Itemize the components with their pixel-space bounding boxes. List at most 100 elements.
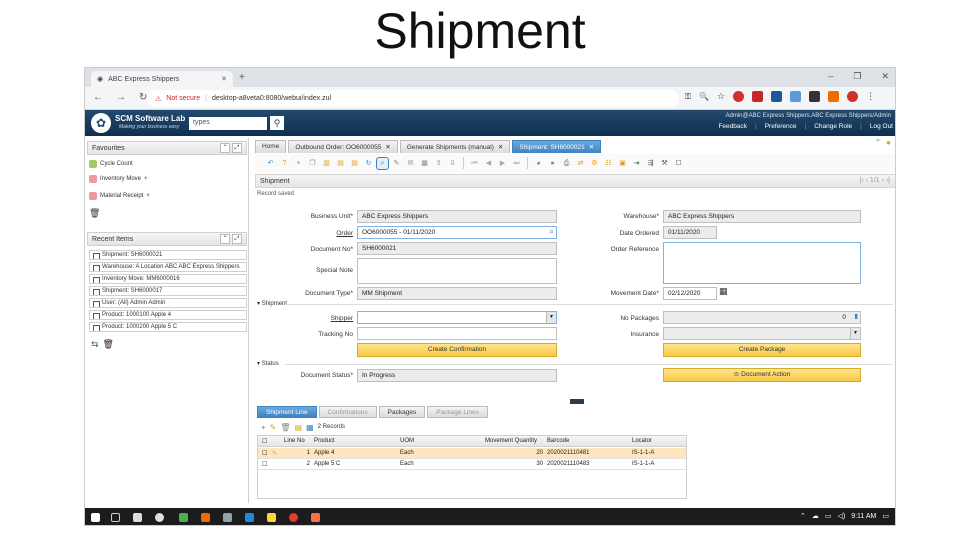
shipper-label[interactable]: Shipper [285, 315, 353, 322]
minimize-icon[interactable]: – [828, 71, 833, 82]
key-icon[interactable]: ⚿ [685, 92, 691, 102]
first-record-icon[interactable]: ⏮ [469, 158, 480, 169]
ext-cloud-icon[interactable] [790, 91, 802, 102]
favourite-item[interactable]: Material Receipt + [89, 192, 150, 200]
start-icon[interactable] [91, 513, 100, 522]
process-icon[interactable]: ⚒ [659, 158, 670, 169]
create-confirmation-button[interactable]: Create Confirmation [357, 343, 557, 357]
global-search-input[interactable]: types [189, 117, 267, 130]
omnibox[interactable]: ⚠ Not secure | desktop-a8veta0:8080/webu… [147, 90, 679, 107]
grid-toggle-icon[interactable]: ▦ [306, 423, 314, 432]
trash-icon[interactable]: 🗑 [103, 339, 114, 350]
add-icon[interactable]: + [144, 176, 148, 182]
back-icon[interactable]: ← [93, 92, 103, 103]
collapse-icon[interactable]: ⌃ [220, 234, 230, 244]
network-icon[interactable]: ▭ [825, 512, 832, 520]
next-record-icon[interactable]: ▶ [497, 158, 508, 169]
volume-icon[interactable]: ◁) [837, 512, 845, 520]
app-icon[interactable] [289, 513, 298, 522]
app-icon[interactable] [223, 513, 232, 522]
select-all-checkbox[interactable]: ☐ [262, 438, 267, 445]
movement-date-field[interactable]: 02/12/2020 [663, 287, 717, 300]
quick-form-icon[interactable]: ☐ [673, 158, 684, 169]
column-header[interactable]: Product [314, 438, 335, 444]
delete-icon[interactable]: ▥ [321, 158, 332, 169]
help-icon[interactable]: ● [886, 138, 891, 147]
favourite-item[interactable]: Inventory Move + [89, 175, 148, 183]
star-icon[interactable]: ☆ [717, 91, 725, 102]
special-note-field[interactable] [357, 258, 557, 284]
new-record-icon[interactable]: + [293, 158, 304, 169]
close-icon[interactable]: ✕ [221, 75, 227, 83]
attachment-icon[interactable]: ✎ [391, 158, 402, 169]
save-create-icon[interactable]: ▤ [349, 158, 360, 169]
app-icon[interactable] [133, 513, 142, 522]
save-icon[interactable]: ▤ [335, 158, 346, 169]
business-unit-field[interactable]: ABC Express Shippers [357, 210, 557, 223]
ext-scm-icon[interactable] [847, 91, 859, 102]
undo-icon[interactable]: ↶ [265, 158, 276, 169]
date-ordered-field[interactable]: 01/11/2020 [663, 226, 717, 239]
chrome-icon[interactable] [155, 513, 164, 522]
zoom-icon[interactable]: 🔍 [699, 92, 709, 101]
ext-opera-icon[interactable] [733, 91, 745, 102]
close-window-icon[interactable]: ✕ [881, 71, 889, 82]
column-header[interactable]: Line No [284, 438, 305, 444]
customize-icon[interactable]: ⇶ [645, 158, 656, 169]
table-row[interactable]: ☐ ✎ 1 Apple 4 Each 20 2020021110481 IS-1… [258, 448, 686, 459]
browser-tab[interactable]: ◉ ABC Express Shippers ✕ [91, 71, 233, 87]
calendar-icon[interactable]: ▦ [719, 286, 728, 297]
maximize-icon[interactable]: ❐ [853, 71, 861, 82]
product-info-icon[interactable]: ▣ [617, 158, 628, 169]
export-icon[interactable]: ⇥ [631, 158, 642, 169]
document-action-button[interactable]: ⊙ Document Action [663, 368, 861, 382]
report-icon[interactable]: ◕ [533, 158, 544, 169]
tab-packages[interactable]: Packages [378, 406, 426, 418]
expand-icon[interactable]: ⤢ [232, 143, 242, 153]
trash-icon[interactable]: 🗑 [89, 208, 100, 219]
app-icon[interactable] [245, 513, 254, 522]
splitter-handle[interactable] [570, 399, 584, 404]
row-checkbox[interactable]: ☐ [262, 461, 267, 468]
new-line-icon[interactable]: + [261, 423, 266, 432]
grid-toggle-icon[interactable]: ▦ [419, 158, 430, 169]
edit-icon[interactable]: ✎ [272, 450, 277, 457]
chevron-down-icon[interactable]: ▾ [546, 312, 556, 323]
recent-item[interactable]: Shipment: SH6000017 [89, 286, 247, 296]
refresh-icon[interactable]: ⇆ [91, 339, 99, 350]
recent-item[interactable]: User: (All) Admin Admin [89, 298, 247, 308]
archive-icon[interactable]: ● [547, 158, 558, 169]
detail-record-icon[interactable]: ⇩ [447, 158, 458, 169]
table-row[interactable]: ☐ 2 Apple 5 C Each 30 2020021110483 IS-1… [258, 459, 686, 470]
request-icon[interactable]: ☷ [603, 158, 614, 169]
order-reference-field[interactable] [663, 242, 861, 284]
shipper-select[interactable]: ▾ [357, 311, 557, 324]
shipment-group-header[interactable]: ▾ Shipment [257, 300, 287, 307]
tab-confirmations[interactable]: Confirmations [318, 406, 377, 418]
zoom-across-icon[interactable]: ⇄ [575, 158, 586, 169]
column-header[interactable]: Barcode [547, 438, 569, 444]
app-icon[interactable] [201, 513, 210, 522]
column-header[interactable]: UOM [400, 438, 414, 444]
preference-link[interactable]: Preference [765, 123, 797, 130]
app-icon[interactable] [311, 513, 320, 522]
recent-item[interactable]: Product: 1000100 Apple 4 [89, 310, 247, 320]
logout-link[interactable]: Log Out [870, 123, 893, 130]
close-icon[interactable]: ✕ [385, 144, 390, 151]
stepper-icon[interactable]: ▮ [854, 312, 858, 320]
chevron-up-icon[interactable]: ⌃ [800, 512, 806, 520]
collapse-all-icon[interactable]: ⌃ [874, 138, 881, 147]
chat-icon[interactable]: ✉ [405, 158, 416, 169]
ext-store-icon[interactable] [828, 91, 840, 102]
new-tab-icon[interactable]: + [239, 72, 245, 83]
chevron-down-icon[interactable]: ▾ [850, 328, 860, 339]
tab-shipment[interactable]: Shipment: SH6000021 ✕ [512, 140, 602, 153]
order-field[interactable]: OO6000055 - 01/11/2020 ⌕ [357, 226, 557, 239]
favourite-item[interactable]: Cycle Count [89, 160, 133, 168]
app-icon[interactable] [179, 513, 188, 522]
row-checkbox[interactable]: ☐ [262, 450, 267, 457]
status-group-header[interactable]: ▾ Status [257, 360, 279, 367]
refresh-icon[interactable]: ↻ [363, 158, 374, 169]
ext-pdf-icon[interactable] [752, 91, 764, 102]
create-package-button[interactable]: Create Package [663, 343, 861, 357]
